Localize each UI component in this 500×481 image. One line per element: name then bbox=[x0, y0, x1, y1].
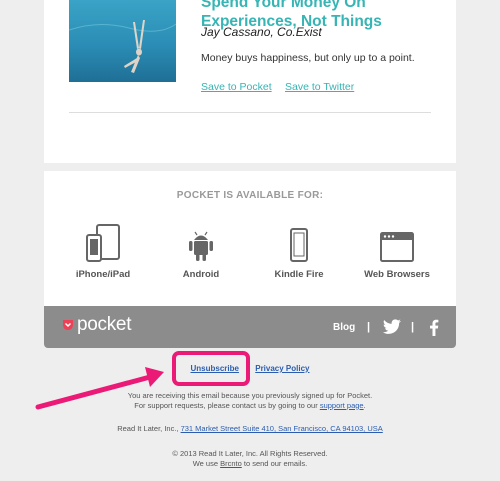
android-icon bbox=[156, 223, 246, 263]
company-address: Read It Later, Inc., 731 Market Street S… bbox=[0, 424, 500, 434]
web-browser-icon bbox=[352, 223, 442, 263]
blog-link[interactable]: Blog bbox=[333, 306, 355, 348]
platform-label: Web Browsers bbox=[364, 269, 430, 280]
brand-name: pocket bbox=[77, 314, 132, 335]
brcnto-post: to send our emails. bbox=[241, 458, 308, 468]
diver-image bbox=[69, 20, 176, 73]
twitter-icon[interactable] bbox=[382, 319, 402, 335]
iphone-ipad-icon bbox=[58, 223, 148, 263]
separator: | bbox=[411, 321, 415, 333]
copyright-block: © 2013 Read It Later, Inc. All Rights Re… bbox=[0, 449, 500, 468]
platform-label: iPhone/iPad bbox=[75, 269, 131, 280]
pocket-heart-icon bbox=[63, 320, 73, 330]
article-summary: Money buys happiness, but only up to a p… bbox=[201, 52, 415, 64]
separator: | bbox=[367, 321, 371, 333]
notice-text: You are receiving this email because you… bbox=[0, 391, 500, 410]
footer-bar: pocket Blog | | bbox=[44, 306, 456, 348]
unsubscribe-row: Unsubscribe | Privacy Policy bbox=[0, 364, 500, 374]
brcnto-line: We use Brcnto to send our emails. bbox=[0, 459, 500, 469]
platform-label: Kindle Fire bbox=[274, 269, 324, 280]
notice-line2-end: . bbox=[363, 400, 366, 410]
copyright: © 2013 Read It Later, Inc. All Rights Re… bbox=[172, 449, 328, 458]
company-name: Read It Later, Inc., bbox=[117, 424, 181, 433]
notice-line1: You are receiving this email because you… bbox=[127, 391, 373, 400]
privacy-policy-link[interactable]: Privacy Policy bbox=[255, 364, 309, 373]
save-to-pocket-link[interactable]: Save to Pocket bbox=[201, 81, 272, 93]
article-title-line1[interactable]: Spend Your Money On bbox=[201, 0, 451, 12]
platform-kindle-fire[interactable]: Kindle Fire bbox=[254, 223, 344, 280]
article-card: Spend Your Money On Experiences, Not Thi… bbox=[44, 0, 456, 163]
pocket-logo[interactable]: pocket bbox=[61, 314, 131, 336]
platform-web-browsers[interactable]: Web Browsers bbox=[352, 223, 442, 280]
brcnto-link[interactable]: Brcnto bbox=[220, 459, 242, 468]
platform-iphone-ipad[interactable]: iPhone/iPad bbox=[58, 223, 148, 280]
platform-android[interactable]: Android bbox=[156, 223, 246, 280]
address-link[interactable]: 731 Market Street Suite 410, San Francis… bbox=[181, 424, 383, 433]
kindle-fire-icon bbox=[254, 223, 344, 263]
divider bbox=[69, 112, 431, 113]
article-author: Jay Cassano, Co.Exist bbox=[201, 25, 322, 39]
platforms-section: POCKET IS AVAILABLE FOR: iPhone/iPad And… bbox=[44, 171, 456, 306]
platforms-heading: POCKET IS AVAILABLE FOR: bbox=[176, 190, 324, 201]
notice-line2-text: For support requests, please contact us … bbox=[134, 400, 320, 410]
blog-label[interactable]: Blog bbox=[333, 322, 355, 333]
platform-label: Android bbox=[182, 269, 220, 280]
brcnto-pre: We use bbox=[192, 458, 221, 468]
article-thumbnail[interactable] bbox=[69, 0, 176, 82]
facebook-icon[interactable] bbox=[429, 319, 439, 336]
facebook-link[interactable] bbox=[429, 306, 439, 348]
save-to-twitter-link[interactable]: Save to Twitter bbox=[285, 81, 354, 93]
notice-line2: For support requests, please contact us … bbox=[0, 401, 500, 411]
twitter-link[interactable] bbox=[382, 306, 402, 348]
annotation-highlight-box bbox=[172, 351, 250, 386]
support-page-link[interactable]: support page bbox=[320, 401, 364, 410]
